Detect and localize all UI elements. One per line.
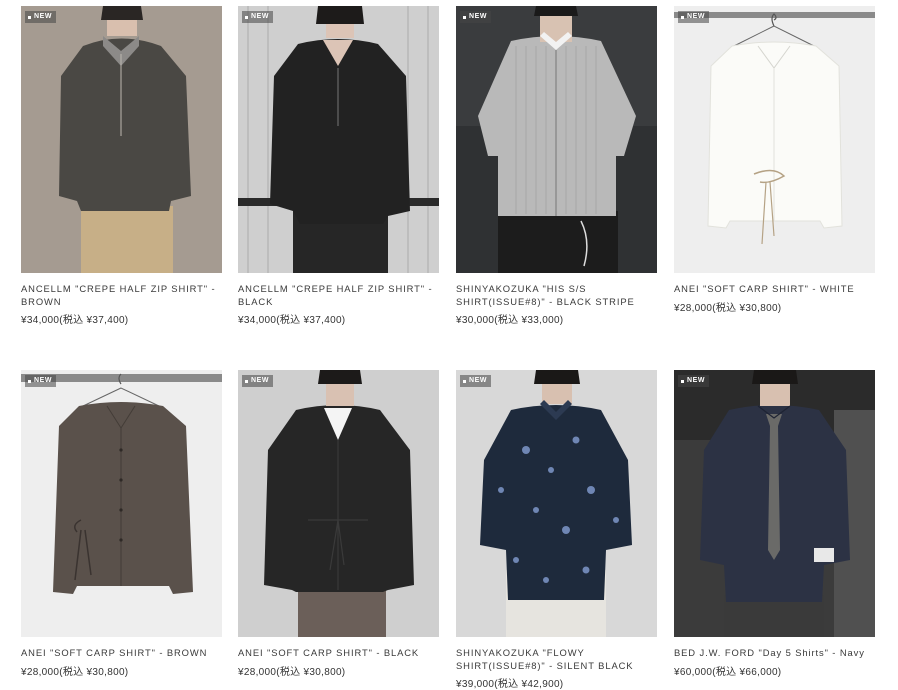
product-price: ¥60,000(税込 ¥66,000) [674, 666, 782, 678]
product-price: ¥28,000(税込 ¥30,800) [21, 666, 129, 678]
product-card[interactable]: NEW ANEI "SOFT CARP SHIRT" - BROWN ¥28,0… [21, 370, 222, 678]
product-card[interactable]: NEW SHINYAKOZUKA "HIS S/S SHIRT(ISSUE#8)… [456, 6, 657, 326]
product-image[interactable]: NEW [21, 6, 222, 273]
new-badge: NEW [460, 375, 492, 387]
product-price: ¥28,000(税込 ¥30,800) [238, 666, 346, 678]
new-badge: NEW [25, 375, 57, 387]
product-name[interactable]: ANEI "SOFT CARP SHIRT" - BLACK [238, 647, 439, 660]
new-badge: NEW [242, 375, 274, 387]
product-price: ¥39,000(税込 ¥42,900) [456, 679, 564, 690]
product-image[interactable]: NEW [238, 370, 439, 637]
product-name[interactable]: ANCELLM "CREPE HALF ZIP SHIRT" - BLACK [238, 283, 439, 308]
product-name[interactable]: SHINYAKOZUKA "FLOWY SHIRT(ISSUE#8)" - SI… [456, 647, 657, 672]
product-image[interactable]: NEW [674, 370, 875, 637]
product-price: ¥34,000(税込 ¥37,400) [21, 315, 129, 326]
product-price: ¥34,000(税込 ¥37,400) [238, 315, 346, 326]
product-name[interactable]: ANEI "SOFT CARP SHIRT" - WHITE [674, 283, 875, 296]
product-card[interactable]: NEW ANCELLM "CREPE HALF ZIP SHIRT" - BRO… [21, 6, 222, 326]
new-badge: NEW [678, 11, 710, 23]
product-name[interactable]: BED J.W. FORD "Day 5 Shirts" - Navy [674, 647, 875, 660]
product-grid: NEW ANCELLM "CREPE HALF ZIP SHIRT" - BRO… [0, 0, 898, 690]
product-card[interactable]: NEW ANCELLM "CREPE HALF ZIP SHIRT" - BLA… [238, 6, 439, 326]
product-price: ¥30,000(税込 ¥33,000) [456, 315, 564, 326]
product-image[interactable]: NEW [456, 370, 657, 637]
product-name[interactable]: SHINYAKOZUKA "HIS S/S SHIRT(ISSUE#8)" - … [456, 283, 657, 308]
product-name[interactable]: ANCELLM "CREPE HALF ZIP SHIRT" - BROWN [21, 283, 222, 308]
product-price: ¥28,000(税込 ¥30,800) [674, 302, 782, 314]
new-badge: NEW [460, 11, 492, 23]
product-name[interactable]: ANEI "SOFT CARP SHIRT" - BROWN [21, 647, 222, 660]
product-card[interactable]: NEW ANEI "SOFT CARP SHIRT" - BLACK ¥28,0… [238, 370, 439, 678]
product-image[interactable]: NEW [238, 6, 439, 273]
new-badge: NEW [678, 375, 710, 387]
product-card[interactable]: NEW ANEI "SOFT CARP SHIRT" - WHITE ¥28,0… [674, 6, 875, 314]
product-card[interactable]: NEW BED J.W. FORD "Day 5 Shirts" - Navy … [674, 370, 875, 678]
product-image[interactable]: NEW [456, 6, 657, 273]
product-image[interactable]: NEW [21, 370, 222, 637]
product-image[interactable]: NEW [674, 6, 875, 273]
new-badge: NEW [25, 11, 57, 23]
new-badge: NEW [242, 11, 274, 23]
product-card[interactable]: NEW SHINYAKOZUKA "FLOWY SHIRT(ISSUE#8)" … [456, 370, 657, 690]
